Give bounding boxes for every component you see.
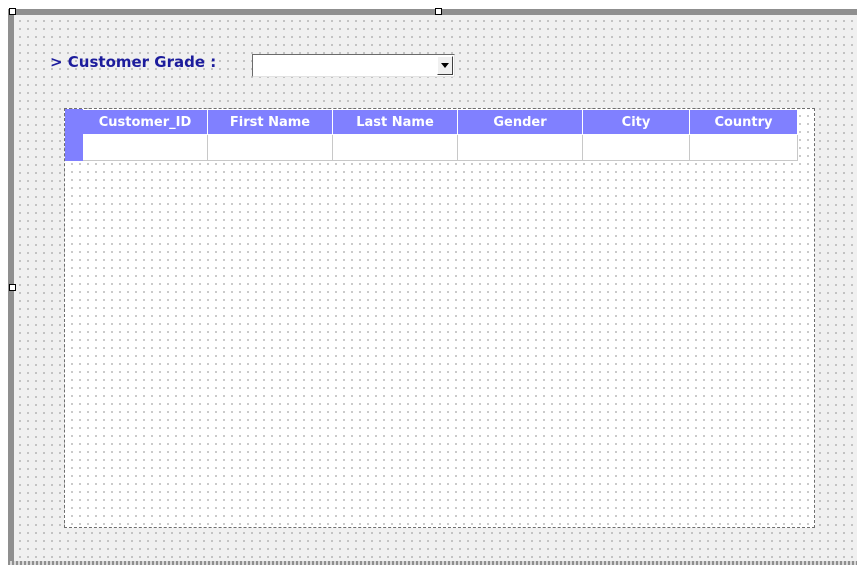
column-header-country[interactable]: Country	[689, 109, 798, 135]
customer-grid: Customer_ID First Name Last Name Gender …	[65, 109, 798, 161]
table-cell[interactable]	[332, 134, 458, 161]
column-header-first-name[interactable]: First Name	[207, 109, 333, 135]
column-header-customer-id[interactable]: Customer_ID	[82, 109, 208, 135]
table-cell[interactable]	[582, 134, 690, 161]
datagridview-area	[64, 108, 815, 528]
grid-corner-header[interactable]	[65, 109, 83, 135]
resize-handle-top-left[interactable]	[9, 8, 16, 15]
table-cell[interactable]	[207, 134, 333, 161]
chevron-down-icon	[441, 63, 449, 68]
resize-handle-top-middle[interactable]	[435, 8, 442, 15]
table-cell[interactable]	[82, 134, 208, 161]
form-bottom-border	[8, 561, 857, 565]
column-header-gender[interactable]: Gender	[457, 109, 583, 135]
grid-header-row: Customer_ID First Name Last Name Gender …	[65, 109, 798, 135]
row-header[interactable]	[65, 134, 83, 161]
table-cell[interactable]	[689, 134, 798, 161]
customer-grade-combobox[interactable]	[252, 54, 455, 77]
resize-handle-middle-left[interactable]	[9, 284, 16, 291]
column-header-city[interactable]: City	[582, 109, 690, 135]
column-header-last-name[interactable]: Last Name	[332, 109, 458, 135]
dropdown-button[interactable]	[437, 56, 453, 75]
table-cell[interactable]	[457, 134, 583, 161]
customer-grade-label: > Customer Grade :	[50, 53, 217, 71]
table-row	[65, 134, 798, 161]
